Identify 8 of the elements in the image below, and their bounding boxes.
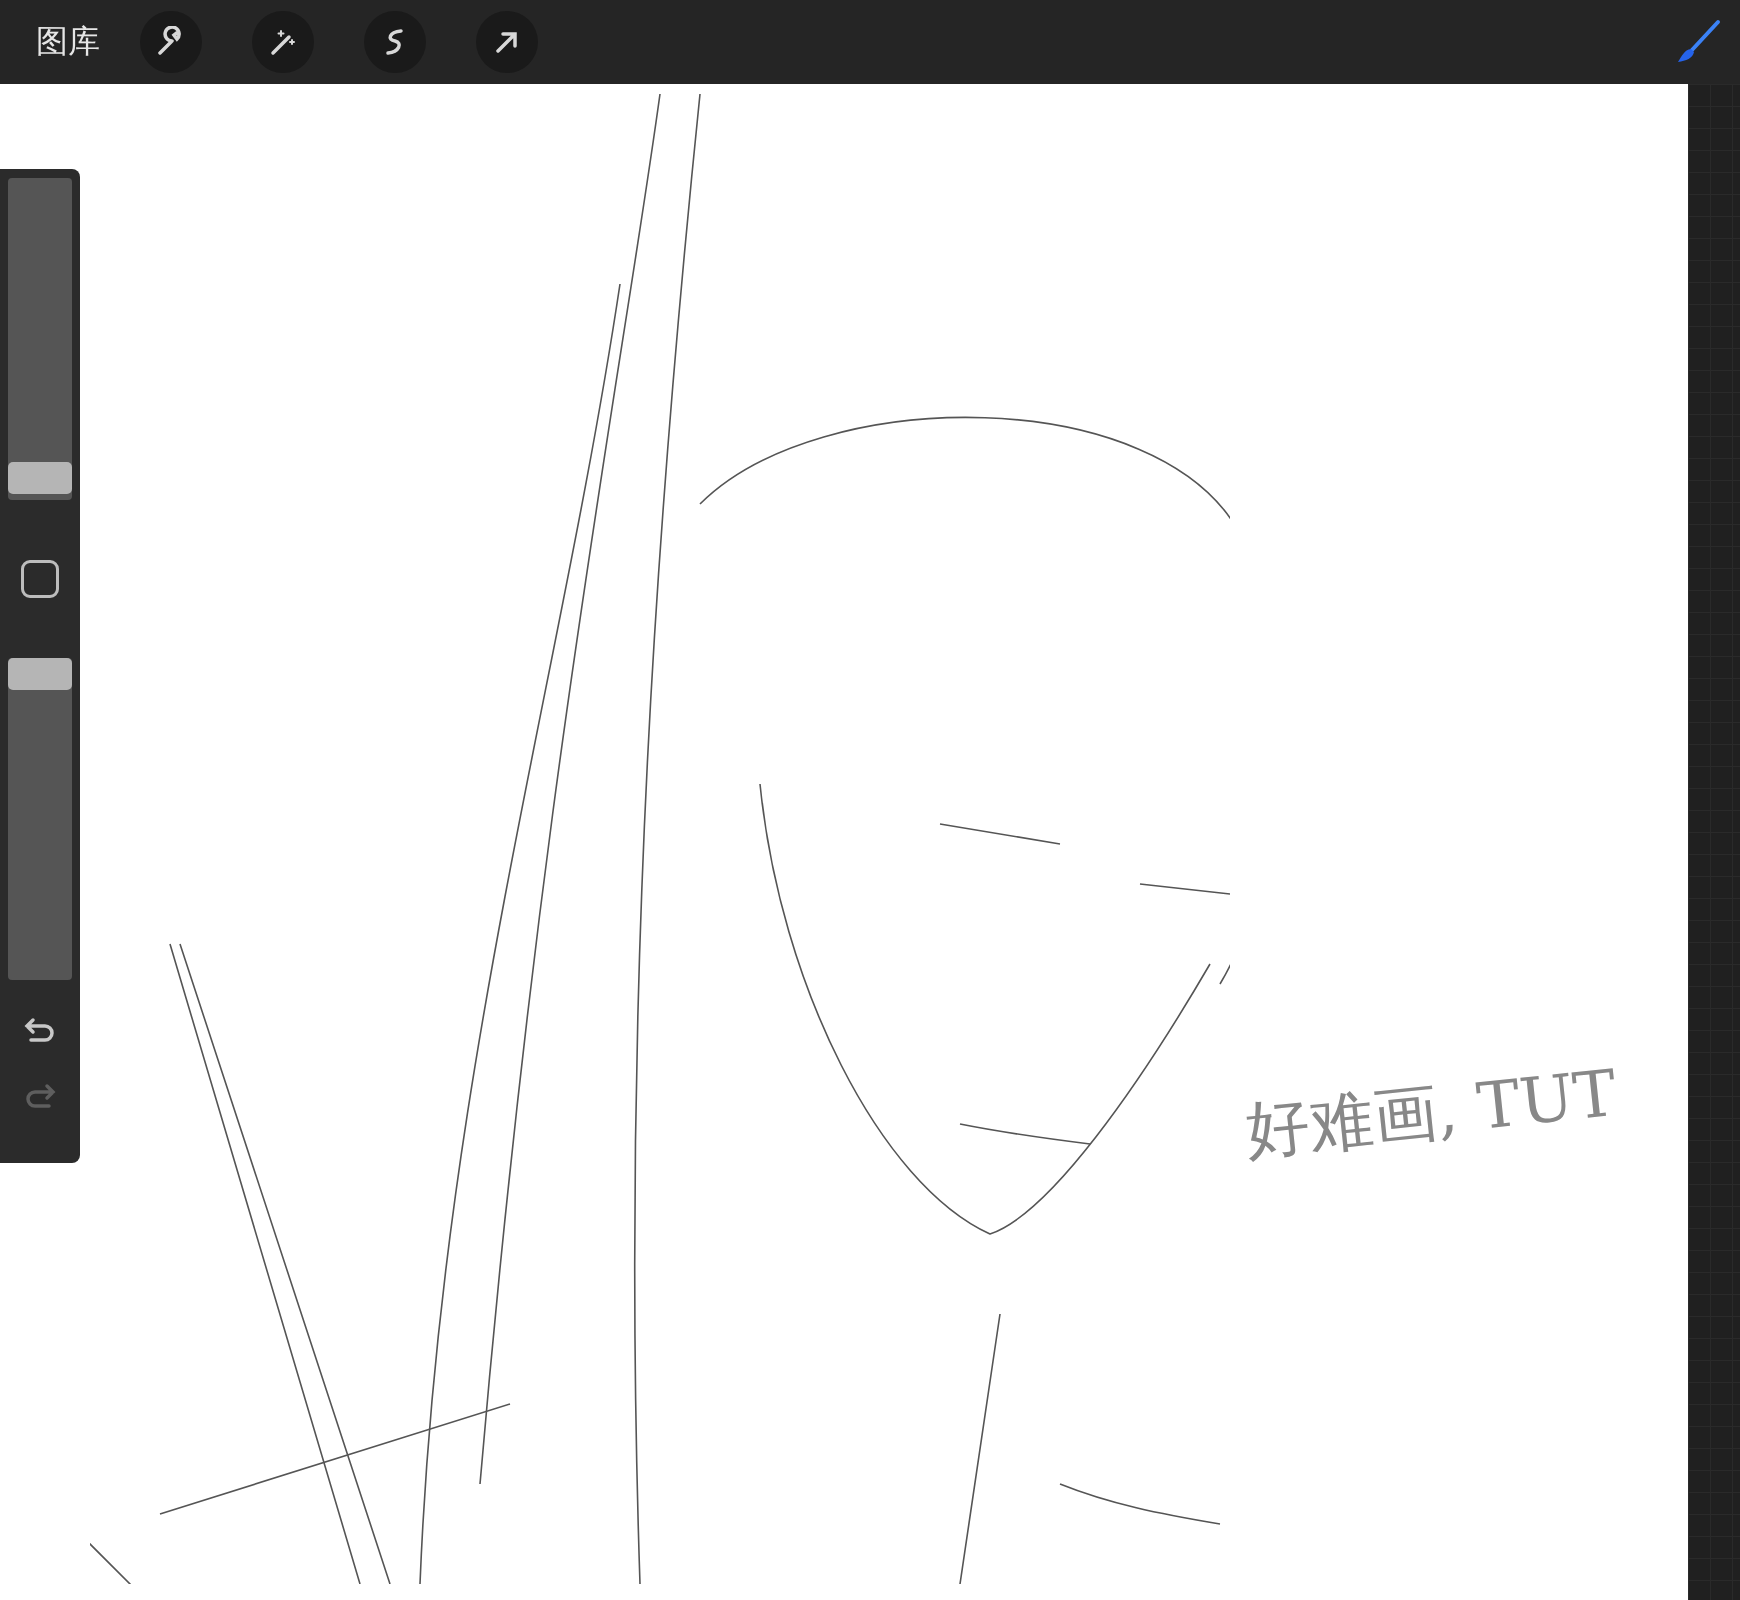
gallery-button[interactable]: 图库 [36,20,100,64]
opacity-slider[interactable] [8,658,72,980]
modify-button[interactable] [21,560,59,598]
slider-thumb[interactable] [8,462,72,495]
drawing-canvas[interactable]: 好难画, TUT [0,84,1688,1600]
brush-size-slider[interactable] [8,178,72,500]
handwritten-note: 好难画, TUT [1241,1054,1621,1171]
slider-thumb[interactable] [8,658,72,690]
